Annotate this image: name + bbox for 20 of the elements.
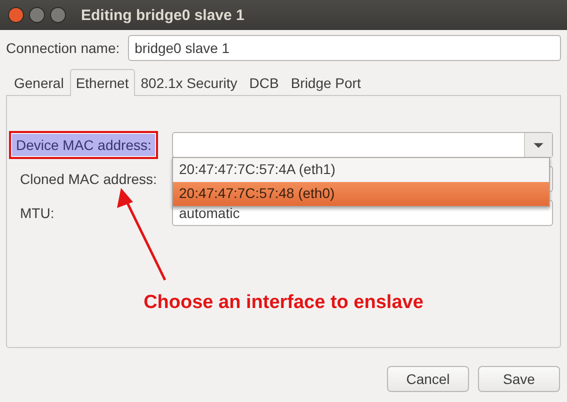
cancel-button[interactable]: Cancel (387, 366, 469, 392)
dropdown-option[interactable]: 20:47:47:7C:57:48 (eth0) (173, 182, 549, 206)
field-label: Cloned MAC address: (19, 170, 158, 189)
save-button[interactable]: Save (478, 366, 560, 392)
maximize-icon[interactable] (50, 7, 66, 23)
combo-box[interactable] (172, 132, 553, 158)
tab[interactable]: Bridge Port (284, 69, 367, 96)
tab[interactable]: DCB (243, 69, 285, 96)
tab[interactable]: General (8, 69, 70, 96)
field-label: MTU: (19, 204, 56, 223)
connection-name-field[interactable]: bridge0 slave 1 (128, 35, 561, 61)
tab[interactable]: 802.1x Security (134, 69, 244, 96)
dropdown-option[interactable]: 20:47:47:7C:57:4A (eth1) (173, 158, 549, 182)
field-label: Connection name: (6, 40, 120, 56)
close-icon[interactable] (8, 7, 24, 23)
field-label: Device MAC address: (12, 134, 156, 156)
tab[interactable]: Ethernet (70, 69, 135, 96)
annotation-text: Choose an interface to enslave (142, 292, 424, 314)
window-title: Editing bridge0 slave 1 (81, 6, 244, 24)
minimize-icon[interactable] (29, 7, 45, 23)
